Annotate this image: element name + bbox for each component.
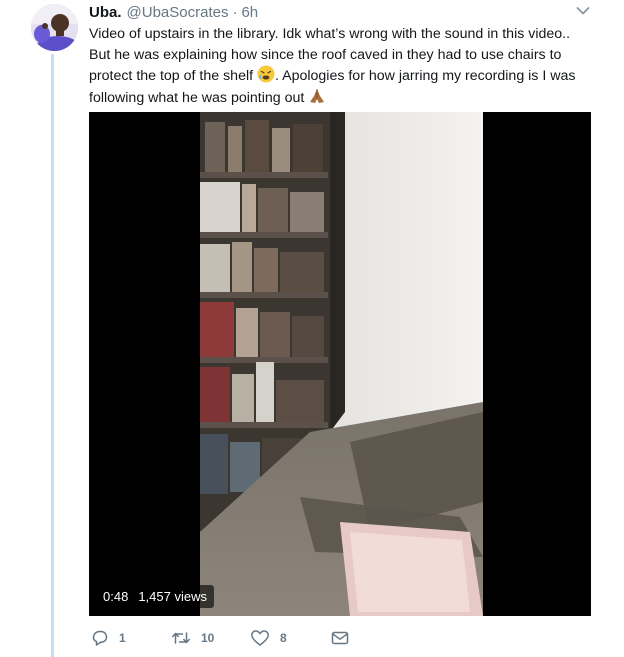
video-duration: 0:48 bbox=[103, 589, 129, 604]
video-views: 1,457 views bbox=[138, 589, 207, 604]
reply-button[interactable]: 1 bbox=[91, 627, 126, 649]
like-button[interactable]: 8 bbox=[250, 627, 287, 649]
video-player[interactable] bbox=[89, 112, 591, 616]
reply-icon bbox=[92, 630, 108, 646]
timestamp[interactable]: 6h bbox=[241, 4, 258, 21]
tweet-text-segment: . Apologies for how jarring my recording… bbox=[275, 68, 576, 84]
chevron-down-icon[interactable] bbox=[576, 6, 590, 16]
heart-icon bbox=[251, 630, 269, 646]
separator: · bbox=[232, 3, 238, 21]
tired-face-emoji bbox=[257, 65, 275, 83]
folded-hands-emoji bbox=[310, 88, 325, 103]
video-frame bbox=[200, 112, 483, 616]
user-handle[interactable]: @UbaSocrates bbox=[127, 4, 229, 21]
tweet-text-line: following what he was pointing out bbox=[89, 87, 601, 109]
direct-message-button[interactable] bbox=[331, 627, 359, 649]
tweet-actions: 1 10 8 bbox=[89, 627, 389, 649]
tweet-text-segment: protect the top of the shelf bbox=[89, 68, 254, 84]
video-info-overlay: 0:48 1,457 views bbox=[96, 585, 214, 608]
tweet-text-segment: following what he was pointing out bbox=[89, 89, 305, 106]
retweet-button[interactable]: 10 bbox=[171, 627, 214, 649]
avatar[interactable] bbox=[31, 4, 78, 51]
display-name[interactable]: Uba. bbox=[89, 4, 122, 21]
tweet-text-line: But he was explaining how since the roof… bbox=[89, 46, 562, 63]
reply-count: 1 bbox=[119, 631, 126, 645]
tweet-header: Uba. @UbaSocrates · 6h bbox=[89, 2, 258, 22]
envelope-icon bbox=[331, 631, 349, 645]
tweet-text: Video of upstairs in the library. Idk wh… bbox=[89, 24, 601, 108]
tweet-text-line: Video of upstairs in the library. Idk wh… bbox=[89, 26, 571, 42]
retweet-icon bbox=[172, 632, 190, 644]
tweet-text-line: protect the top of the shelf . Apologies… bbox=[89, 65, 601, 87]
thread-line bbox=[51, 54, 54, 657]
like-count: 8 bbox=[280, 631, 287, 645]
retweet-count: 10 bbox=[201, 631, 215, 645]
